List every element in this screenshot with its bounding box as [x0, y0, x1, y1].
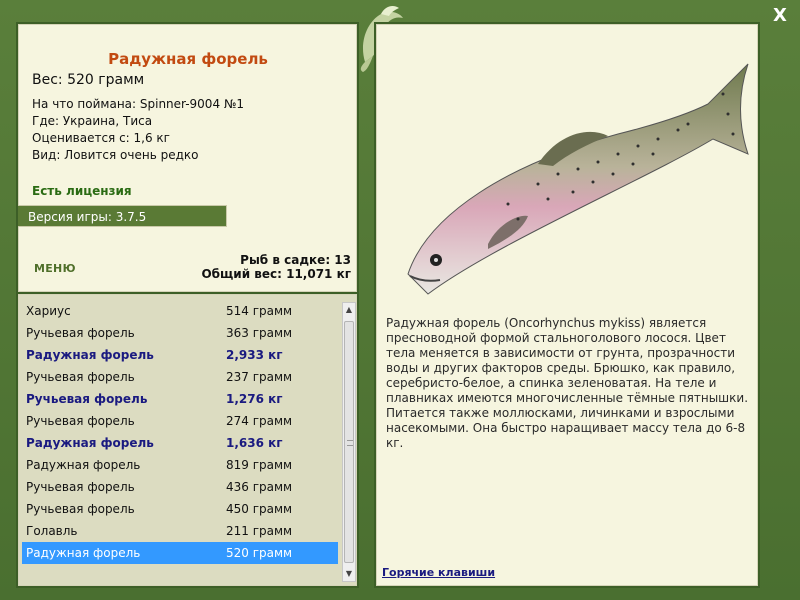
rarity: Вид: Ловится очень редко — [32, 148, 199, 162]
fish-description: Радужная форель (Oncorhynchus mykiss) яв… — [386, 316, 749, 450]
catch-row-name: Ручьевая форель — [26, 370, 135, 384]
catch-row-name: Голавль — [26, 524, 78, 538]
catch-row-weight: 237 грамм — [226, 370, 293, 384]
catch-row[interactable]: Хариус 514 грамм — [22, 300, 338, 322]
catch-location: Где: Украина, Тиса — [32, 114, 153, 128]
menu-button[interactable]: МЕНЮ — [34, 262, 76, 275]
close-button[interactable]: X — [770, 6, 790, 26]
caught-with: На что поймана: Spinner-9004 №1 — [32, 97, 245, 111]
fish-info: На что поймана: Spinner-9004 №1 Где: Укр… — [32, 96, 244, 164]
catch-row[interactable]: Ручьевая форель 436 грамм — [22, 476, 338, 498]
catch-row-weight: 1,636 кг — [226, 436, 283, 450]
catch-row[interactable]: Ручьевая форель 274 грамм — [22, 410, 338, 432]
license-status: Есть лицензия — [32, 184, 132, 198]
catch-list: Хариус 514 грамм Ручьевая форель 363 грамм Р… — [22, 300, 338, 564]
fish-weight: Вес: 520 грамм — [32, 72, 145, 88]
catch-row-weight: 436 грамм — [226, 480, 293, 494]
fish-title: Радужная форель — [108, 50, 268, 68]
scrollbar[interactable]: ▲ ▼ — [342, 302, 356, 582]
catch-row-name: Радужная форель — [26, 348, 154, 362]
keepnet-stats: Рыб в садке: 13 Общий вес: 11,071 кг — [201, 253, 351, 281]
catch-row-weight: 514 грамм — [226, 304, 293, 318]
catch-row-weight: 520 грамм — [226, 546, 293, 560]
catch-row[interactable]: Радужная форель 819 грамм — [22, 454, 338, 476]
catch-row-weight: 1,276 кг — [226, 392, 283, 406]
fish-count: Рыб в садке: 13 — [240, 253, 351, 267]
catch-row-weight: 274 грамм — [226, 414, 293, 428]
catch-row[interactable]: Ручьевая форель 237 грамм — [22, 366, 338, 388]
total-weight: Общий вес: 11,071 кг — [201, 267, 351, 281]
catch-row-name: Радужная форель — [26, 458, 141, 472]
catch-row[interactable]: Радужная форель 520 грамм — [22, 542, 338, 564]
catch-row-weight: 211 грамм — [226, 524, 293, 538]
catch-row-name: Ручьевая форель — [26, 502, 135, 516]
hotkeys-link[interactable]: Горячие клавиши — [382, 566, 495, 579]
catch-row-name: Ручьевая форель — [26, 392, 148, 406]
scroll-thumb[interactable] — [344, 321, 354, 563]
app-window: X Радужная форель Вес: 520 грамм На что … — [0, 0, 800, 600]
catch-row[interactable]: Ручьевая форель 450 грамм — [22, 498, 338, 520]
catch-row-name: Ручьевая форель — [26, 414, 135, 428]
scroll-down-icon[interactable]: ▼ — [343, 567, 355, 581]
catch-row[interactable]: Голавль 211 грамм — [22, 520, 338, 542]
catch-row-name: Ручьевая форель — [26, 480, 135, 494]
estimated-value: Оценивается с: 1,6 кг — [32, 131, 170, 145]
catch-row-weight: 819 грамм — [226, 458, 293, 472]
catch-row[interactable]: Ручьевая форель 363 грамм — [22, 322, 338, 344]
catch-row[interactable]: Ручьевая форель 1,276 кг — [22, 388, 338, 410]
catch-row[interactable]: Радужная форель 1,636 кг — [22, 432, 338, 454]
catch-list-panel: Хариус 514 грамм Ручьевая форель 363 грамм Р… — [16, 294, 359, 588]
catch-row-name: Ручьевая форель — [26, 326, 135, 340]
catch-row-weight: 2,933 кг — [226, 348, 283, 362]
scroll-up-icon[interactable]: ▲ — [343, 303, 355, 317]
trout-image — [407, 63, 749, 295]
catch-row-name: Хариус — [26, 304, 71, 318]
thumb-grip — [347, 440, 353, 446]
version-bar: Версия игры: 3.7.5 — [18, 205, 227, 227]
catch-row-weight: 363 грамм — [226, 326, 293, 340]
catch-row-name: Радужная форель — [26, 546, 141, 560]
fish-description-panel: Радужная форель (Oncorhynchus mykiss) яв… — [374, 22, 760, 588]
catch-row-name: Радужная форель — [26, 436, 154, 450]
catch-row-weight: 450 грамм — [226, 502, 293, 516]
catch-row[interactable]: Радужная форель 2,933 кг — [22, 344, 338, 366]
fish-details-panel: Радужная форель Вес: 520 грамм На что по… — [16, 22, 359, 295]
